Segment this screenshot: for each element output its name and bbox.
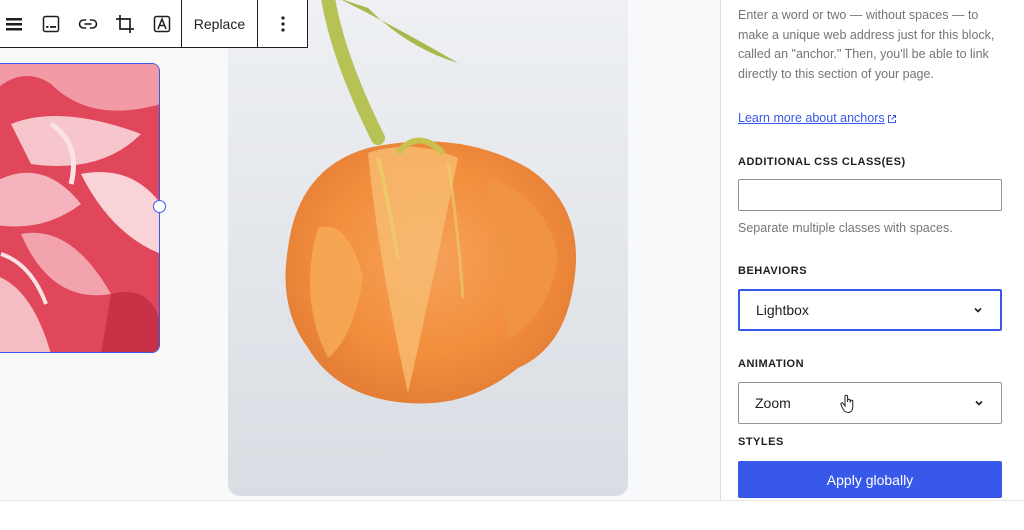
anchors-help-link[interactable]: Learn more about anchors bbox=[738, 111, 897, 125]
caption-icon[interactable] bbox=[32, 0, 69, 48]
behaviors-value: Lightbox bbox=[756, 302, 809, 318]
chevron-down-icon bbox=[974, 307, 982, 313]
animation-select[interactable]: Zoom bbox=[738, 382, 1002, 424]
behaviors-label: BEHAVIORS bbox=[738, 265, 808, 277]
block-toolbar: Replace bbox=[0, 0, 308, 48]
bottom-edge bbox=[0, 500, 1024, 530]
dahlia-image[interactable] bbox=[0, 63, 160, 353]
replace-button[interactable]: Replace bbox=[182, 0, 257, 48]
more-options-icon[interactable] bbox=[258, 0, 307, 48]
behaviors-select[interactable]: Lightbox bbox=[738, 289, 1002, 331]
link-icon[interactable] bbox=[69, 0, 106, 48]
styles-label: STYLES bbox=[738, 436, 784, 448]
tulip-image[interactable] bbox=[228, 0, 628, 496]
apply-globally-button[interactable]: Apply globally bbox=[738, 461, 1002, 498]
crop-icon[interactable] bbox=[106, 0, 143, 48]
anchors-link-label[interactable]: Learn more about anchors bbox=[738, 111, 885, 125]
resize-handle[interactable] bbox=[153, 200, 166, 213]
text-overlay-icon[interactable] bbox=[144, 0, 181, 48]
settings-sidebar: Enter a word or two — without spaces — t… bbox=[720, 0, 1024, 500]
external-link-icon bbox=[887, 114, 896, 123]
css-classes-label: ADDITIONAL CSS CLASS(ES) bbox=[738, 156, 906, 168]
css-classes-help: Separate multiple classes with spaces. bbox=[738, 221, 953, 235]
align-icon[interactable] bbox=[0, 0, 32, 48]
anchor-help-text: Enter a word or two — without spaces — t… bbox=[738, 8, 995, 81]
animation-label: ANIMATION bbox=[738, 358, 805, 370]
chevron-down-icon bbox=[975, 400, 983, 406]
hand-cursor-icon bbox=[840, 394, 854, 414]
animation-value: Zoom bbox=[755, 395, 791, 411]
css-classes-input[interactable] bbox=[738, 179, 1002, 211]
editor-canvas: Replace bbox=[0, 0, 720, 529]
